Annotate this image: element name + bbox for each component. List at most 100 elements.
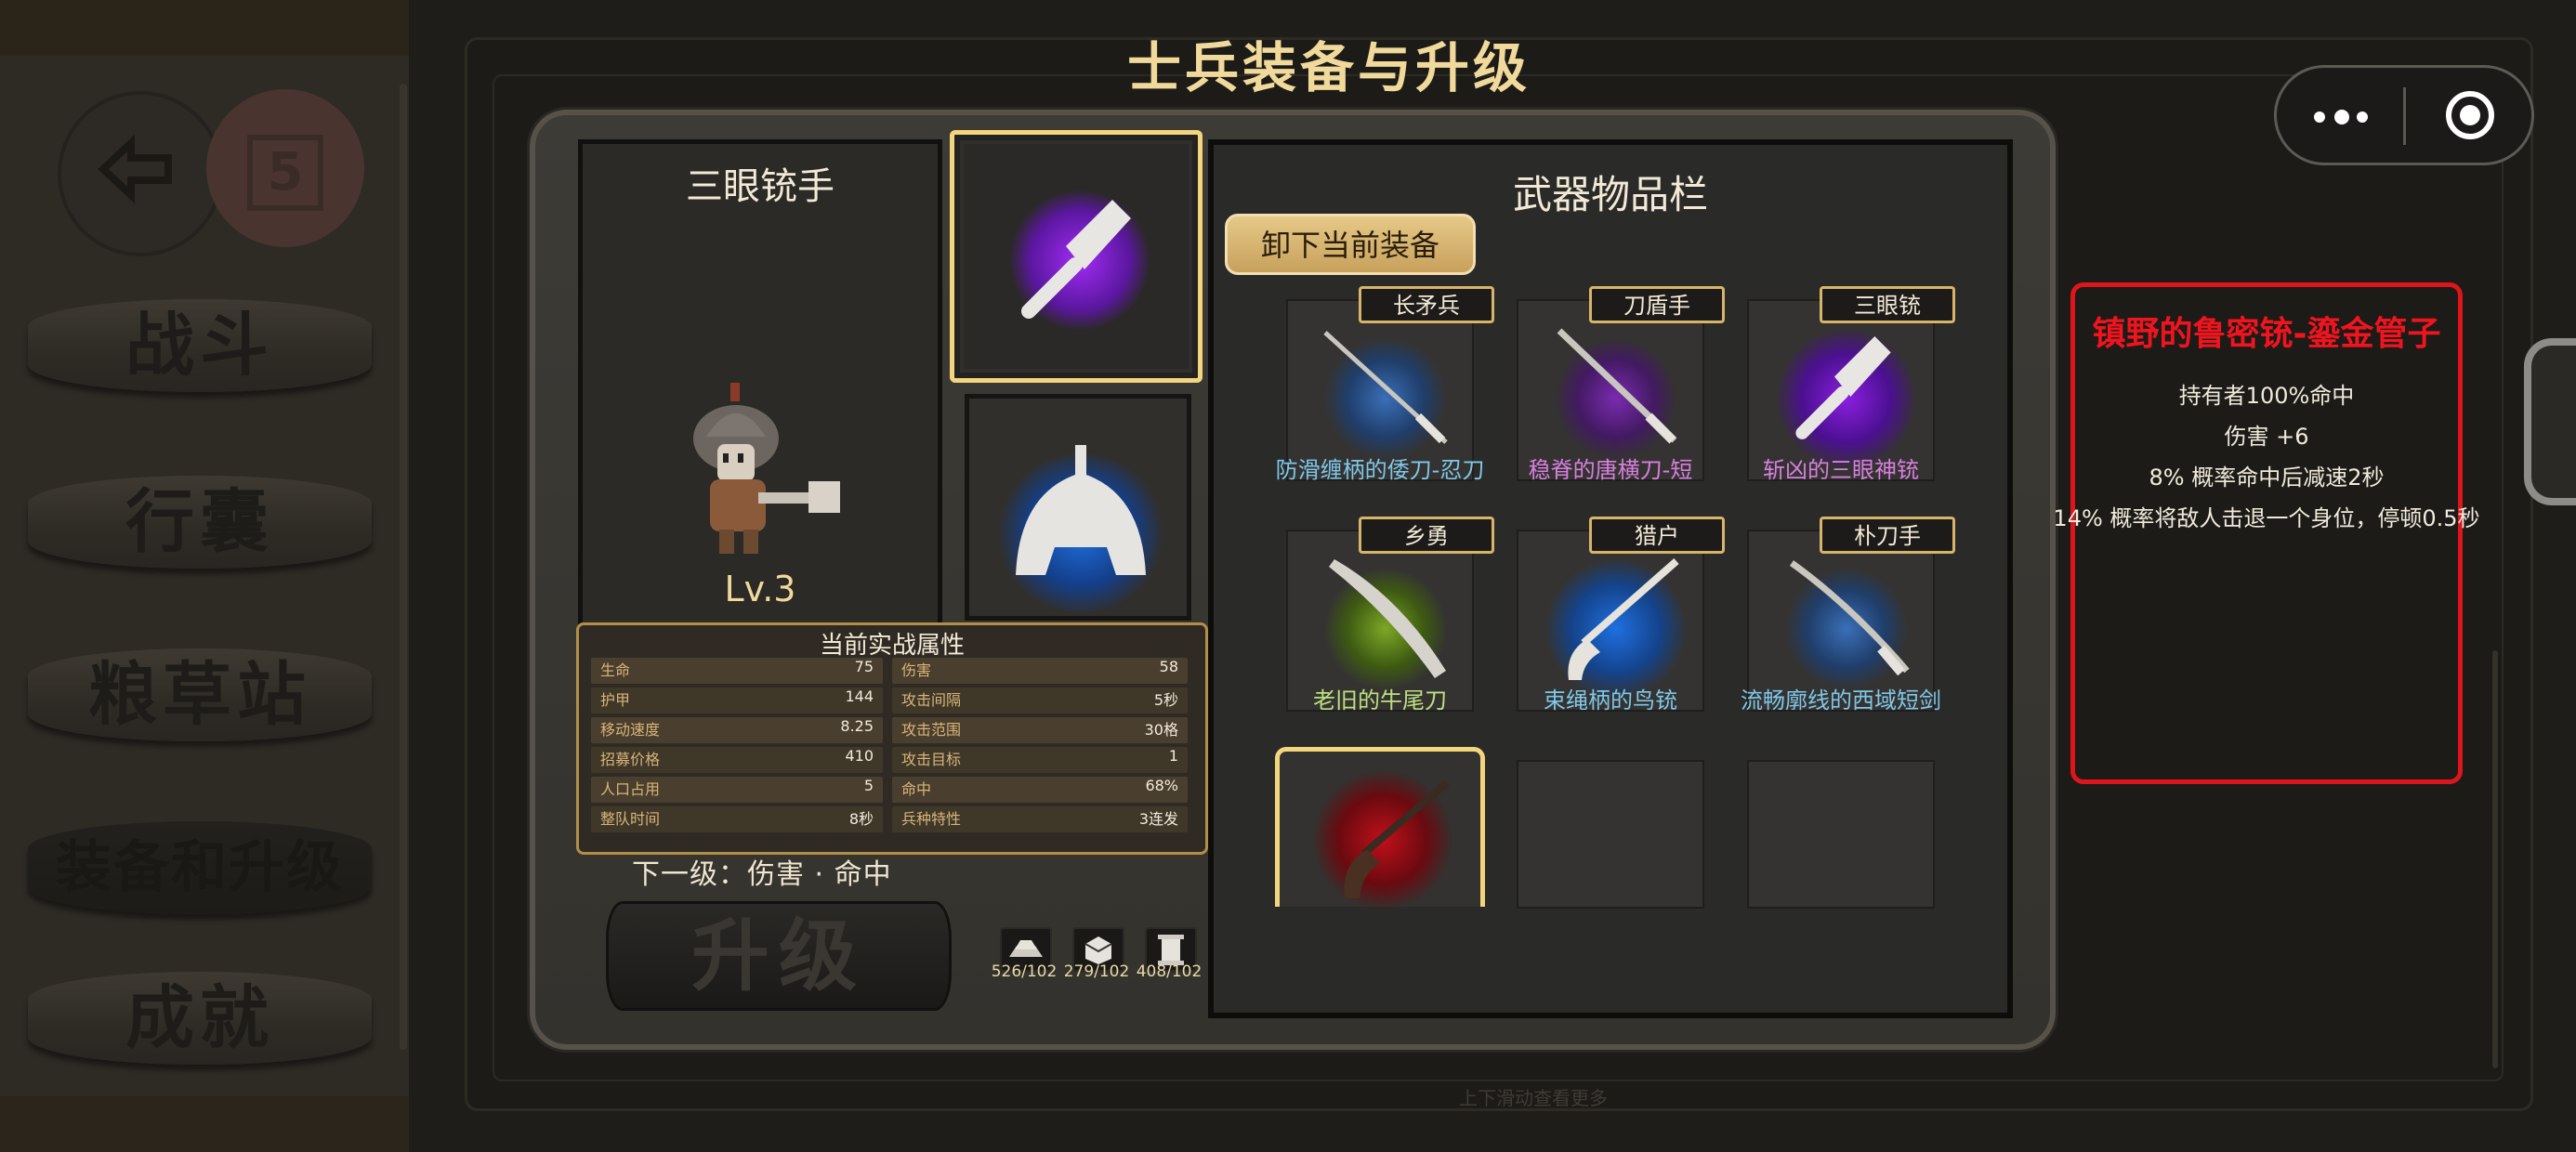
sidebar-item-equip-upgrade[interactable]: 装备和升级: [28, 821, 372, 914]
resource-value: 526/102: [991, 962, 1058, 981]
stat-value: 5秒: [1153, 691, 1178, 709]
stat-row: 整队时间 8秒: [591, 806, 883, 832]
stat-key: 命中: [901, 780, 932, 798]
item-detail-line: 伤害 +6: [2224, 424, 2309, 450]
stat-key: 伤害: [901, 661, 932, 679]
soldier-level: Lv.3: [724, 569, 796, 609]
stat-key: 移动速度: [600, 721, 661, 739]
soldier-sprite-icon: [693, 383, 840, 554]
inventory-title: 武器物品栏: [1512, 172, 1708, 217]
more-button[interactable]: [2310, 102, 2375, 130]
side-drawer-tab[interactable]: [2524, 338, 2576, 505]
stat-row: 人口占用 5: [591, 777, 883, 803]
item-detail-line: 14% 概率将敌人击退一个身位，停顿0.5秒: [2053, 505, 2480, 531]
item-name: 稳脊的唐横刀-短: [1528, 457, 1693, 483]
stat-row: 攻击范围 30格: [892, 717, 1188, 743]
stat-value: 1: [1168, 747, 1178, 765]
item-class-tag: 三眼铳: [1820, 286, 1955, 323]
stat-row: 伤害 58: [892, 658, 1188, 684]
sidebar-item-battle[interactable]: 战斗: [28, 299, 372, 392]
stat-row: 命中 68%: [892, 777, 1188, 803]
item-class-tag: 刀盾手: [1589, 286, 1725, 323]
stat-row: 攻击目标 1: [892, 747, 1188, 773]
stat-row: 护甲 144: [591, 687, 883, 713]
stat-value: 75: [854, 658, 874, 675]
resource-value: 279/102: [1063, 962, 1130, 981]
item-class-tag: 猎户: [1589, 517, 1725, 554]
upgrade-button[interactable]: 升级: [606, 901, 952, 1011]
back-arrow-icon: [98, 134, 172, 204]
machete-icon: [1329, 559, 1446, 678]
sidebar-item-supply[interactable]: 粮草站: [28, 648, 372, 741]
sidebar-item-label: 行囊: [125, 482, 274, 562]
item-name: 防滑缠柄的倭刀-忍刀: [1275, 457, 1485, 483]
item-class-tag: 乡勇: [1359, 517, 1494, 554]
back-button[interactable]: [58, 91, 223, 256]
stat-value: 8秒: [848, 810, 874, 828]
stat-row: 攻击间隔 5秒: [892, 687, 1188, 713]
stat-key: 护甲: [600, 691, 631, 709]
capsule-divider: [2403, 87, 2406, 145]
close-target-icon[interactable]: [2446, 91, 2494, 139]
day-number: 5: [247, 135, 323, 212]
page-title: 士兵装备与升级: [1126, 36, 1531, 99]
stat-key: 攻击目标: [901, 751, 962, 768]
scroll-hint: 上下滑动查看更多: [1459, 1087, 1608, 1109]
unequip-button[interactable]: 卸下当前装备: [1225, 214, 1476, 275]
stat-value: 144: [845, 687, 874, 705]
more-dots-icon: [2357, 111, 2368, 123]
stat-row: 生命 75: [591, 658, 883, 684]
stat-key: 招募价格: [600, 751, 661, 768]
stat-row: 招募价格 410: [591, 747, 883, 773]
sidebar-item-bag[interactable]: 行囊: [28, 476, 372, 569]
resource-value: 408/102: [1136, 962, 1203, 981]
three-barrel-gun-icon: [1021, 200, 1131, 319]
day-counter-button[interactable]: 5: [206, 89, 364, 247]
musket-icon: [1568, 557, 1679, 680]
katana-icon: [1323, 331, 1448, 444]
stat-key: 生命: [600, 661, 631, 679]
stat-value: 8.25: [840, 717, 874, 735]
next-level-preview: 下一级：伤害 · 命中: [632, 858, 892, 891]
stats-title: 当前实战属性: [819, 632, 965, 660]
three-barrel-gun-icon: [1795, 336, 1891, 439]
sidebar-item-label: 战斗: [125, 306, 274, 386]
item-detail-line: 持有者100%命中: [2178, 383, 2355, 409]
inventory-item-selected[interactable]: [1275, 747, 1485, 910]
sidebar-item-label: 装备和升级: [56, 835, 344, 900]
stat-value: 410: [845, 747, 874, 765]
item-class-tag: 长矛兵: [1359, 286, 1494, 323]
stat-key: 攻击间隔: [901, 691, 962, 709]
stat-key: 整队时间: [600, 810, 661, 828]
inventory-empty-slot[interactable]: [1747, 760, 1935, 909]
sidebar-item-achievement[interactable]: 成就: [28, 972, 372, 1065]
sidebar-item-label: 成就: [125, 978, 274, 1058]
more-dots-icon: [2314, 111, 2325, 123]
item-name: 老旧的牛尾刀: [1313, 687, 1447, 713]
stat-value: 58: [1159, 658, 1178, 675]
scimitar-icon: [1789, 560, 1910, 676]
item-detail-panel: [2070, 282, 2463, 784]
item-class-tag: 朴刀手: [1820, 517, 1955, 554]
item-name: 束绳柄的鸟铳: [1544, 687, 1677, 713]
stat-value: 3连发: [1138, 810, 1178, 828]
item-name: 流畅廓线的西域短剑: [1741, 687, 1941, 713]
stat-value: 30格: [1144, 721, 1178, 739]
stat-value: 5: [863, 777, 874, 794]
stat-key: 攻击范围: [901, 721, 962, 739]
rifle-icon: [1344, 779, 1450, 898]
inventory-empty-slot[interactable]: [1517, 760, 1704, 909]
helmet-icon: [1016, 445, 1146, 575]
soldier-name: 三眼铳手: [686, 165, 835, 208]
weapon-slot[interactable]: [950, 130, 1203, 383]
helmet-slot[interactable]: [965, 394, 1191, 621]
stat-row: 移动速度 8.25: [591, 717, 883, 743]
stat-key: 人口占用: [600, 780, 661, 798]
stat-key: 兵种特性: [901, 810, 962, 828]
more-dots-icon: [2334, 110, 2349, 124]
right-scrollbar[interactable]: [2492, 650, 2498, 1068]
sidebar-scrollbar[interactable]: [400, 84, 407, 1050]
sword-icon: [1557, 328, 1677, 444]
item-detail-title: 镇野的鲁密铳-鎏金管子: [2092, 315, 2441, 353]
stat-value: 68%: [1145, 777, 1178, 794]
